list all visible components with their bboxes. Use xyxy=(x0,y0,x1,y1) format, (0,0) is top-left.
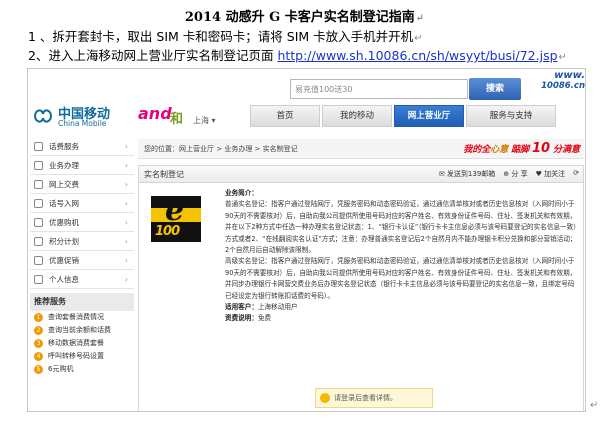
paragraph-mark-icon: ↵ xyxy=(590,400,599,411)
business-icon xyxy=(34,161,43,170)
chevron-right-icon: › xyxy=(124,256,128,265)
china-mobile-icon xyxy=(33,109,53,123)
handset-icon xyxy=(34,218,43,227)
search-strip: 易充值100送30 搜索 www. 10086.cn xyxy=(28,69,585,103)
panel-header: 实名制登记 ✉ 发送到139邮箱 ⊕ 分 享 ♥ 加关注 ⟳ xyxy=(139,166,583,183)
sidebar-item-billing[interactable]: 话费服务 › xyxy=(30,137,134,156)
paragraph-mark-icon: ↵ xyxy=(415,13,425,24)
sidebar-item-payment[interactable]: 网上交费 › xyxy=(30,175,134,194)
step-two: 2、进入上海移动网上营业厅实名制登记页面 http://www.sh.10086… xyxy=(28,48,567,63)
refresh-icon[interactable]: ⟳ xyxy=(573,169,579,179)
bullet-icon: 3 xyxy=(34,339,43,348)
gift-icon xyxy=(34,256,43,265)
website-screenshot: 易充值100送30 搜索 www. 10086.cn 中国移动 China Mo… xyxy=(27,68,586,412)
chevron-right-icon: › xyxy=(124,180,128,189)
breadcrumb[interactable]: 您的位置：网上营业厅 > 业务办理 > 实名制登记 xyxy=(144,144,298,154)
send-to-mail-button[interactable]: ✉ 发送到139邮箱 xyxy=(439,169,495,179)
search-input[interactable]: 易充值100送30 xyxy=(290,79,468,99)
sidebar-item-profile[interactable]: 个人信息 › xyxy=(30,270,134,289)
document-title: 2014 动感升 G 卡客户实名制登记指南↵ xyxy=(184,10,425,25)
chevron-right-icon: › xyxy=(124,161,128,170)
breadcrumb-bar: 您的位置：网上营业厅 > 业务办理 > 实名制登记 我的全心意 踮脚 10 分满… xyxy=(138,139,584,159)
nav-online-hall[interactable]: 网上营业厅 xyxy=(394,105,464,127)
sidebar: 话费服务 › 业务办理 › 网上交费 › 话号入网 › 优惠购机 › 积分计划 › 优惠促销… xyxy=(30,137,134,411)
panel-title: 实名制登记 xyxy=(144,170,184,179)
registration-panel: 实名制登记 ✉ 发送到139邮箱 ⊕ 分 享 ♥ 加关注 ⟳ e 100 业务简… xyxy=(138,165,584,411)
step-one: 1 、拆开套封卡，取出 SIM 卡和密码卡；请将 SIM 卡放入手机并开机↵ xyxy=(28,29,423,44)
chevron-right-icon: › xyxy=(124,218,128,227)
bullet-icon: 1 xyxy=(34,313,43,322)
nav-my-mobile[interactable]: 我的移动 xyxy=(322,105,392,127)
region-selector[interactable]: 上海 ▾ xyxy=(193,115,216,126)
user-icon xyxy=(34,275,43,284)
site-url-logo: www. 10086.cn xyxy=(541,70,585,92)
recommend-heading: 推荐服务 xyxy=(30,293,134,311)
payment-icon xyxy=(34,180,43,189)
standard-registration-text: 普通实名登记：指客户通过登陆网厅，凭服务密码和动态密码验证，通过通信清单核对或者… xyxy=(225,200,577,255)
sidebar-item-points[interactable]: 积分计划 › xyxy=(30,232,134,251)
sidebar-item-new-number[interactable]: 话号入网 › xyxy=(30,194,134,213)
bullet-icon: 4 xyxy=(34,352,43,361)
bullet-icon: 2 xyxy=(34,326,43,335)
china-mobile-logo[interactable]: 中国移动 China Mobile xyxy=(32,103,132,131)
nav-home[interactable]: 首页 xyxy=(250,105,320,127)
paragraph-mark-icon: ↵ xyxy=(558,52,567,63)
and-brand-logo: and 和 xyxy=(138,104,184,127)
sidebar-item-business[interactable]: 业务办理 › xyxy=(30,156,134,175)
login-notice[interactable]: 请登录后查看详情。 xyxy=(315,388,433,408)
lightbulb-icon xyxy=(320,393,330,403)
promo-banner[interactable]: 我的全心意 踮脚 10 分满意 xyxy=(463,139,580,159)
chevron-right-icon: › xyxy=(124,142,128,151)
recommend-item[interactable]: 5 6元购机 xyxy=(30,363,134,376)
recommend-item[interactable]: 2 查询当前余额和话费 xyxy=(30,324,134,337)
sidebar-item-phone-deals[interactable]: 优惠购机 › xyxy=(30,213,134,232)
points-icon xyxy=(34,237,43,246)
paragraph-mark-icon: ↵ xyxy=(414,33,423,44)
bullet-icon: 5 xyxy=(34,365,43,374)
nav-service-support[interactable]: 服务与支持 xyxy=(466,105,556,127)
recommend-item[interactable]: 3 移动数据消费套餐 xyxy=(30,337,134,350)
main-nav: 首页 我的移动 网上营业厅 服务与支持 xyxy=(250,105,585,129)
chevron-right-icon: › xyxy=(124,199,128,208)
chevron-right-icon: › xyxy=(124,275,128,284)
recommend-item[interactable]: 4 呼叫转移号码设置 xyxy=(30,350,134,363)
advanced-registration-text: 高级实名登记：指客户通过登陆网厅，凭服务密码和动态密码验证，通过通信清单核对或者… xyxy=(225,257,577,300)
follow-button[interactable]: ♥ 加关注 xyxy=(536,169,566,179)
share-button[interactable]: ⊕ 分 享 xyxy=(503,169,527,179)
phone-bill-icon xyxy=(34,142,43,151)
chevron-right-icon: › xyxy=(124,237,128,246)
e100-logo: e 100 xyxy=(151,193,201,242)
panel-tools: ✉ 发送到139邮箱 ⊕ 分 享 ♥ 加关注 ⟳ xyxy=(439,169,579,179)
site-header: 中国移动 China Mobile and 和 上海 ▾ 首页 我的移动 网上营… xyxy=(28,103,585,131)
recommend-item[interactable]: 1 查询套餐消费情况 xyxy=(30,311,134,324)
sidebar-item-promotions[interactable]: 优惠促销 › xyxy=(30,251,134,270)
registration-link[interactable]: http://www.sh.10086.cn/sh/wsyyt/busi/72.… xyxy=(277,48,557,63)
search-button[interactable]: 搜索 xyxy=(469,78,521,100)
sim-icon xyxy=(34,199,43,208)
business-info: 业务简介： 普通实名登记：指客户通过登陆网厅，凭服务密码和动态密码验证，通过通信… xyxy=(225,189,577,323)
